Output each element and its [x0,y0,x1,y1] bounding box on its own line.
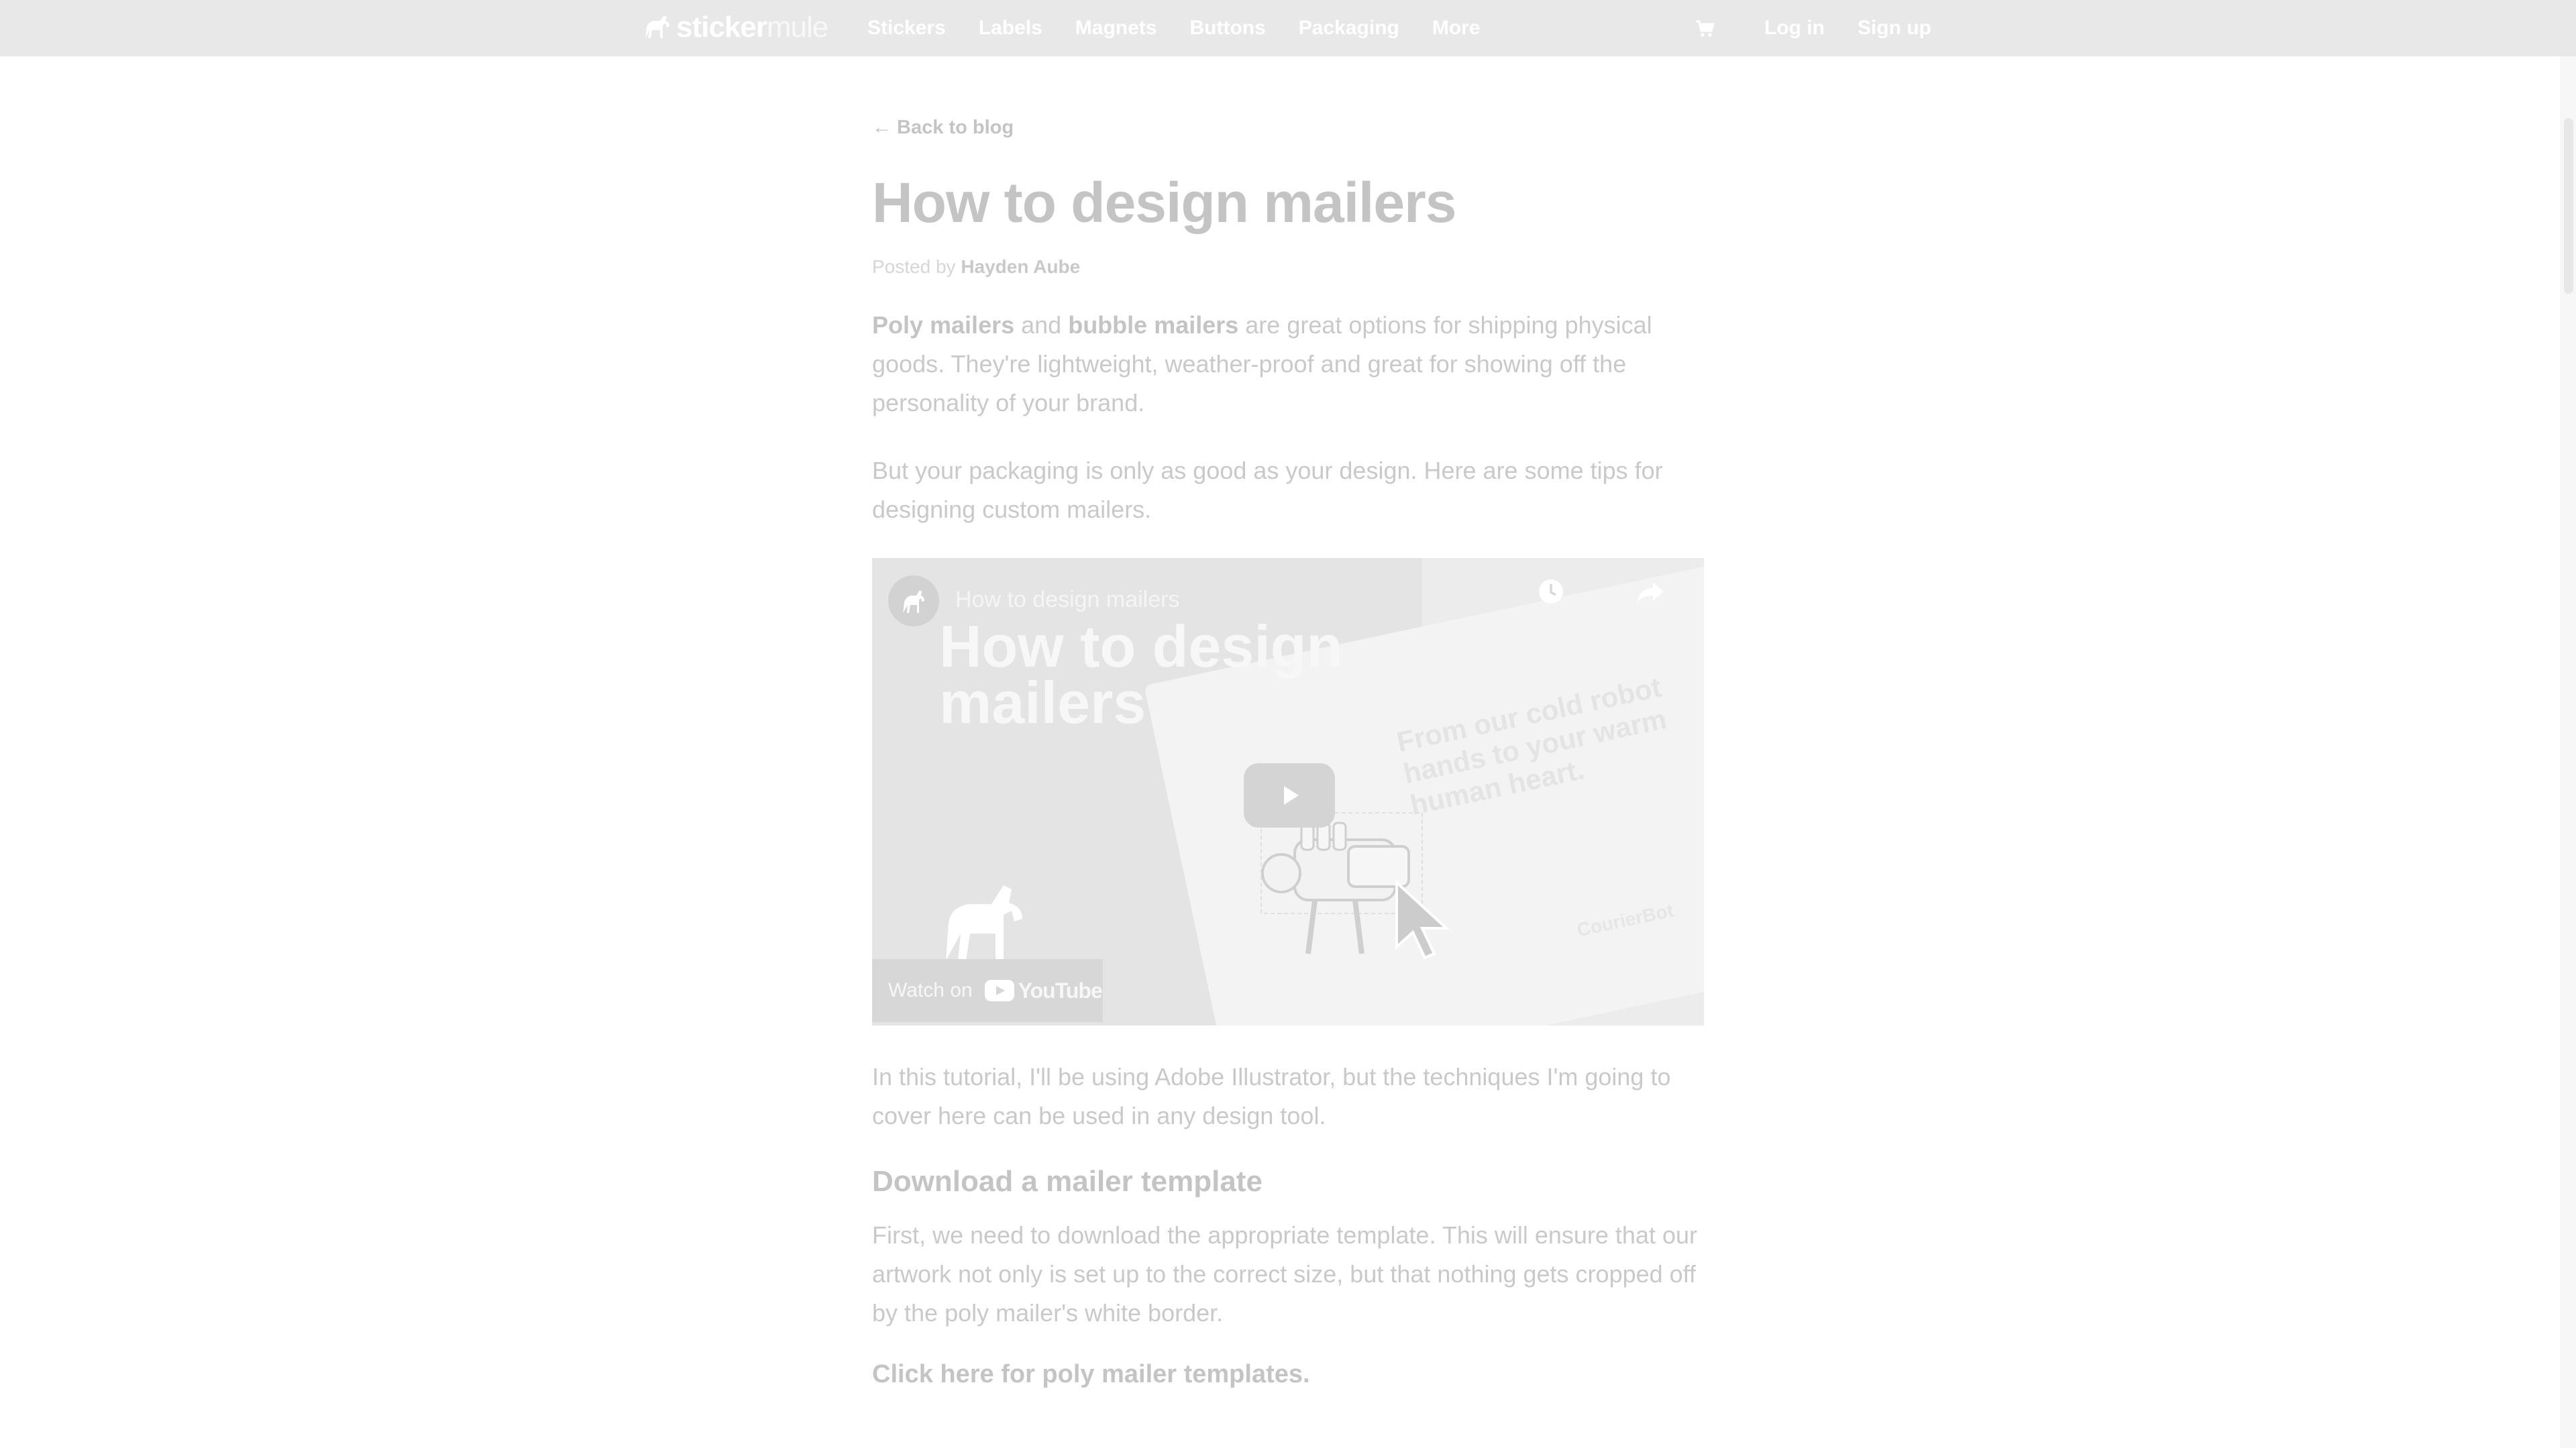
video-title[interactable]: How to design mailers [955,585,1179,614]
nav-item-buttons[interactable]: Buttons [1189,14,1265,42]
watch-on-youtube-button[interactable]: Watch on YouTube [872,959,1103,1022]
account-nav: Log in Sign up [1695,14,1964,42]
poly-mailer-templates-link[interactable]: Click here for poly mailer templates. [872,1358,1704,1390]
byline-prefix: Posted by [872,256,956,277]
youtube-wordmark: YouTube [1018,978,1103,1003]
watch-on-label: Watch on [888,979,973,1001]
horse-icon [946,885,1022,960]
primary-nav: Stickers Labels Magnets Buttons Packagin… [867,14,1513,42]
signup-link[interactable]: Sign up [1858,14,1931,42]
section-heading-download-template: Download a mailer template [872,1165,1263,1198]
top-navigation-bar: stickermule Stickers Labels Magnets Butt… [0,0,2576,56]
page-scrollbar[interactable] [2560,56,2576,1448]
cursor-arrow-icon [1395,880,1450,960]
nav-item-more[interactable]: More [1432,14,1481,42]
intro-paragraph: Poly mailers and bubble mailers are grea… [872,306,1704,423]
nav-item-packaging[interactable]: Packaging [1299,14,1399,42]
play-button[interactable] [1244,763,1335,828]
youtube-logo: YouTube [984,978,1103,1003]
back-to-blog-link[interactable]: ← Back to blog [872,114,1704,141]
blog-article: ← Back to blog How to design mailers Pos… [872,114,1704,1390]
second-paragraph: But your packaging is only as good as yo… [872,457,1663,523]
scrollbar-thumb[interactable] [2564,118,2573,294]
author-link[interactable]: Hayden Aube [961,256,1080,277]
logo-wordmark: stickermule [676,11,828,44]
channel-icon[interactable] [888,575,939,626]
nav-item-labels[interactable]: Labels [979,14,1042,42]
nav-item-magnets[interactable]: Magnets [1075,14,1157,42]
thumbnail-headline: How to design mailers [939,613,1343,736]
cart-icon[interactable] [1695,16,1715,40]
nav-item-stickers[interactable]: Stickers [867,14,946,42]
youtube-video-embed[interactable]: How to design mailers How to design mail… [872,558,1704,1025]
logo-word-mule: mule [766,11,828,44]
share-icon[interactable] [1634,575,1666,608]
tutorial-paragraph: In this tutorial, I'll be using Adobe Il… [872,1063,1671,1129]
stickermule-logo[interactable]: stickermule [643,11,828,44]
article-title: How to design mailers [872,171,1457,234]
template-paragraph: First, we need to download the appropria… [872,1221,1698,1327]
youtube-play-icon [984,980,1014,1001]
horse-logo-icon [645,15,669,38]
bubble-mailers-link[interactable]: bubble mailers [1068,311,1238,339]
article-byline: Posted by Hayden Aube [872,254,1704,280]
intro-text-1: and [1014,311,1069,339]
login-link[interactable]: Log in [1764,14,1825,42]
logo-word-sticker: sticker [676,11,767,44]
clock-icon[interactable] [1535,575,1567,608]
poly-mailers-link[interactable]: Poly mailers [872,311,1014,339]
play-icon [1284,786,1299,805]
